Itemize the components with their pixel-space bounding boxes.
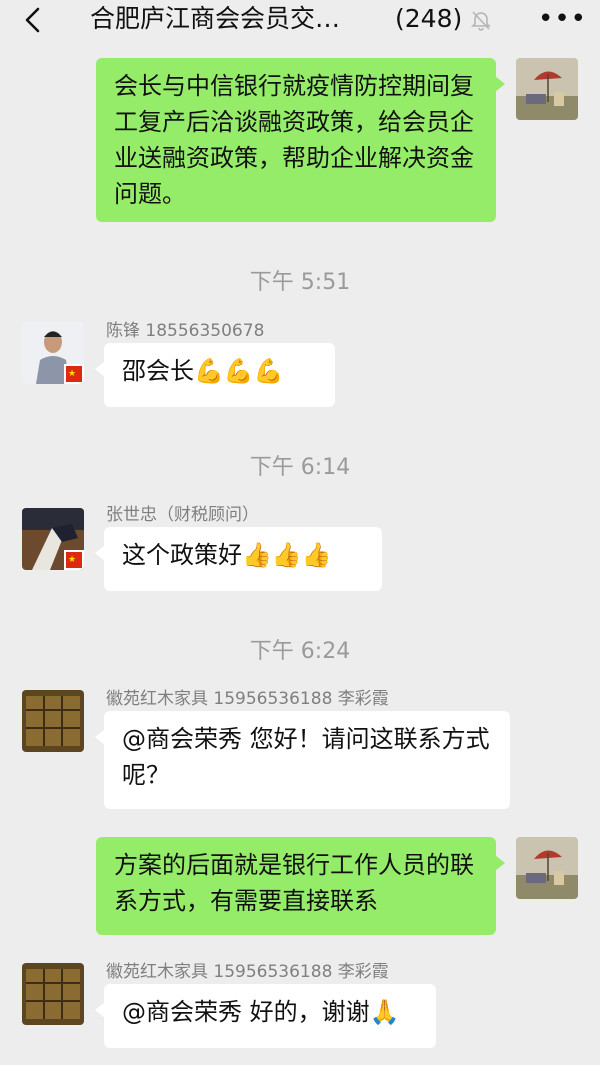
chat-header: 合肥庐江商会会员交… (248) ••• — [0, 0, 600, 40]
china-flag-icon: ★ — [64, 364, 84, 384]
message-text: @商会荣秀 您好！请问这联系方式呢？ — [122, 725, 490, 789]
sent-message-bubble[interactable]: 方案的后面就是银行工作人员的联系方式，有需要直接联系 — [96, 837, 505, 935]
received-message-bubble[interactable]: 邵会长💪💪💪 — [95, 343, 335, 407]
message-text: 会长与中信银行就疫情防控期间复工复产后洽谈融资政策，给会员企业送融资政策，帮助企… — [114, 72, 474, 208]
timestamp: 下午 6:24 — [249, 639, 351, 664]
received-message-bubble[interactable]: 这个政策好👍👍👍 — [95, 527, 382, 591]
sender-avatar[interactable] — [22, 963, 84, 1025]
china-flag-icon: ★ — [64, 550, 84, 570]
message-text: 这个政策好👍👍👍 — [122, 541, 332, 569]
message-text: 方案的后面就是银行工作人员的联系方式，有需要直接联系 — [114, 851, 474, 915]
sender-name: 徽苑红木家具 15956536188 李彩霞 — [106, 689, 389, 709]
message-text: @商会荣秀 好的，谢谢🙏 — [122, 998, 400, 1026]
sender-avatar[interactable]: ★ — [22, 508, 84, 570]
mute-bell-icon — [470, 9, 492, 31]
sender-name: 张世忠（财税顾问） — [106, 505, 259, 525]
self-avatar[interactable] — [516, 58, 578, 120]
timestamp: 下午 5:51 — [249, 270, 351, 295]
sender-name: 徽苑红木家具 15956536188 李彩霞 — [106, 962, 389, 982]
received-message-bubble[interactable]: @商会荣秀 您好！请问这联系方式呢？ — [95, 711, 510, 809]
sender-avatar[interactable]: ★ — [22, 322, 84, 384]
back-arrow-icon[interactable] — [22, 6, 46, 34]
sender-name: 陈锋 18556350678 — [106, 321, 265, 341]
self-avatar[interactable] — [516, 837, 578, 899]
member-count: (248) — [395, 4, 463, 33]
message-text: 邵会长💪💪💪 — [122, 357, 284, 385]
timestamp: 下午 6:14 — [249, 455, 351, 480]
chat-title: 合肥庐江商会会员交… — [90, 4, 341, 33]
received-message-bubble[interactable]: @商会荣秀 好的，谢谢🙏 — [95, 984, 436, 1048]
more-options-icon[interactable]: ••• — [538, 4, 587, 34]
sender-avatar[interactable] — [22, 690, 84, 752]
sent-message-bubble[interactable]: 会长与中信银行就疫情防控期间复工复产后洽谈融资政策，给会员企业送融资政策，帮助企… — [96, 58, 505, 222]
